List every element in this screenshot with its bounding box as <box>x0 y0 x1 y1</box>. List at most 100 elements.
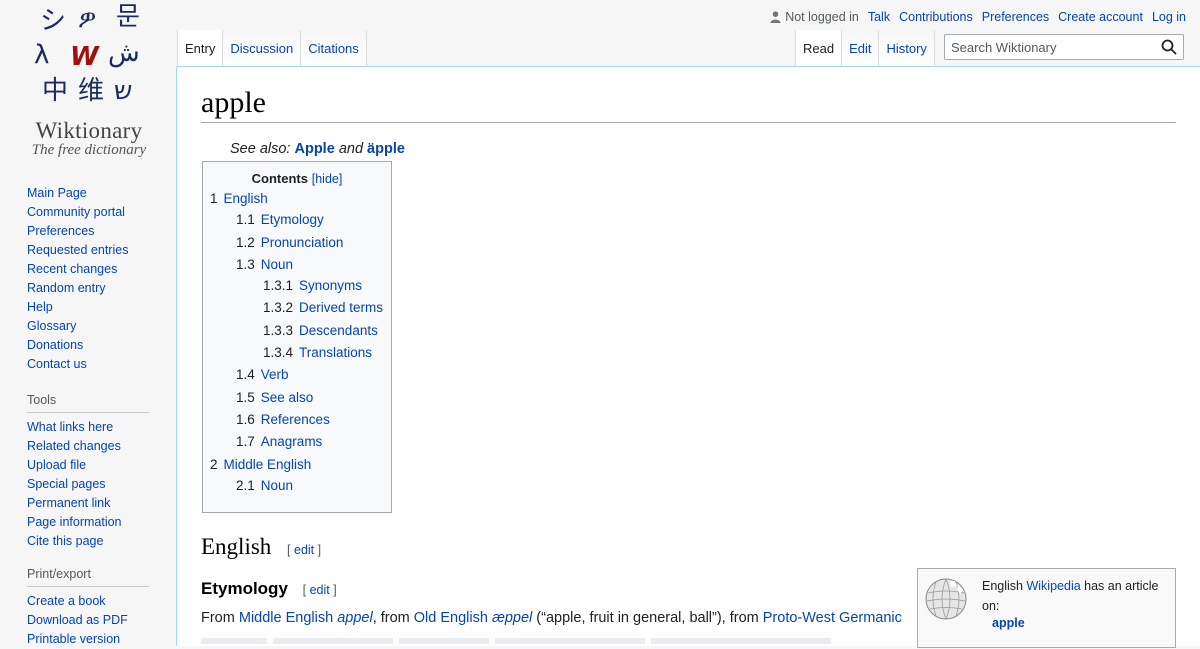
sidebar-link[interactable]: Upload file <box>27 458 86 472</box>
sidebar-item-help[interactable]: Help <box>27 298 149 317</box>
toc-item-link[interactable]: Etymology <box>261 212 324 227</box>
toc-item[interactable]: 1.7 Anagrams <box>236 434 322 449</box>
sidebar-item-special-pages[interactable]: Special pages <box>27 475 149 494</box>
sidebar-link[interactable]: Contact us <box>27 357 87 371</box>
toc-item-link[interactable]: See also <box>261 390 314 405</box>
toc-item-link[interactable]: Derived terms <box>299 300 383 315</box>
see-also-link-apple[interactable]: Apple <box>295 141 335 157</box>
toc-item-link[interactable]: Synonyms <box>299 278 362 293</box>
sidebar-item-donations[interactable]: Donations <box>27 336 149 355</box>
sidebar-link[interactable]: What links here <box>27 420 113 434</box>
search-box <box>944 34 1184 60</box>
tab-history[interactable]: History <box>879 30 935 66</box>
toc-item[interactable]: 2 Middle English <box>210 457 311 472</box>
create-account-link[interactable]: Create account <box>1058 10 1143 24</box>
wiktionary-logo[interactable]: シ ዎ 문 λ W ش 中 维 ש Wiktionary The free di… <box>0 0 176 170</box>
edit-link[interactable]: edit <box>310 583 330 597</box>
tab-edit[interactable]: Edit <box>842 30 880 66</box>
sidebar-link[interactable]: Printable version <box>27 632 120 646</box>
toc-item[interactable]: 1.3 Noun <box>236 257 293 272</box>
toc-item-link[interactable]: Pronunciation <box>261 235 344 250</box>
sidebar-link[interactable]: Download as PDF <box>27 613 128 627</box>
toc-item-number: 1.3 <box>236 257 255 272</box>
toc-item[interactable]: 2.1 Noun <box>236 478 293 493</box>
log-in-link[interactable]: Log in <box>1152 10 1186 24</box>
toc-item-link[interactable]: Translations <box>299 345 372 360</box>
sidebar-item-contact-us[interactable]: Contact us <box>27 355 149 374</box>
sidebar-item-cite-this-page[interactable]: Cite this page <box>27 532 149 551</box>
logo-glyph: ש <box>114 76 133 106</box>
toc-item[interactable]: 1.3.3 Descendants <box>263 323 378 338</box>
toc-item[interactable]: 1.3.1 Synonyms <box>263 278 362 293</box>
sidebar-link[interactable]: Special pages <box>27 477 106 491</box>
sidebar-link[interactable]: Donations <box>27 338 83 352</box>
logo-wordmark: Wiktionary <box>35 118 143 143</box>
toc-item-link[interactable]: English <box>224 191 268 206</box>
sidebar-item-requested-entries[interactable]: Requested entries <box>27 241 149 260</box>
sidebar-item-create-book[interactable]: Create a book <box>27 592 149 611</box>
sidebar-item-recent-changes[interactable]: Recent changes <box>27 260 149 279</box>
tab-entry[interactable]: Entry <box>177 30 224 66</box>
wikipedia-article-link[interactable]: apple <box>992 616 1025 630</box>
toc-item[interactable]: 1 English <box>210 191 268 206</box>
sidebar-item-what-links-here[interactable]: What links here <box>27 418 149 437</box>
sidebar-item-main-page[interactable]: Main Page <box>27 184 149 203</box>
tab-read[interactable]: Read <box>795 30 843 66</box>
search-icon[interactable] <box>1161 39 1177 55</box>
etym-term-appel[interactable]: appel <box>337 610 372 626</box>
sidebar-item-random-entry[interactable]: Random entry <box>27 279 149 298</box>
sidebar-link[interactable]: Main Page <box>27 186 87 200</box>
search-input[interactable] <box>945 35 1145 59</box>
contributions-link[interactable]: Contributions <box>899 10 973 24</box>
tab-discussion[interactable]: Discussion <box>223 30 302 66</box>
toc-item-link[interactable]: Middle English <box>224 457 312 472</box>
toc-item-link[interactable]: Verb <box>261 367 289 382</box>
sidebar-item-permanent-link[interactable]: Permanent link <box>27 494 149 513</box>
sidebar-link[interactable]: Cite this page <box>27 534 103 548</box>
toc-item-number: 1.3.2 <box>263 300 294 315</box>
sidebar-item-printable-version[interactable]: Printable version <box>27 630 149 649</box>
sidebar-item-download-pdf[interactable]: Download as PDF <box>27 611 149 630</box>
sidebar-link[interactable]: Requested entries <box>27 243 128 257</box>
sidebar-item-preferences[interactable]: Preferences <box>27 222 149 241</box>
sidebar-link[interactable]: Related changes <box>27 439 121 453</box>
toc-item[interactable]: 1.4 Verb <box>236 367 289 382</box>
sidebar-link[interactable]: Permanent link <box>27 496 110 510</box>
sidebar-link[interactable]: Preferences <box>27 224 94 238</box>
toc-hide-toggle[interactable]: [hide] <box>312 172 343 186</box>
toc-item[interactable]: 1.2 Pronunciation <box>236 235 343 250</box>
toc-item[interactable]: 1.3.2 Derived terms <box>263 300 383 315</box>
sidebar-link[interactable]: Community portal <box>27 205 125 219</box>
edit-link[interactable]: edit <box>294 543 314 557</box>
etym-link-old-english[interactable]: Old English <box>414 610 488 626</box>
toc-item[interactable]: 1.5 See also <box>236 390 313 405</box>
sidebar-link[interactable]: Random entry <box>27 281 106 295</box>
toc-item[interactable]: 1.1 Etymology <box>236 212 324 227</box>
toc-item[interactable]: 1.3.4 Translations <box>263 345 372 360</box>
tab-citations[interactable]: Citations <box>301 30 367 66</box>
etym-term-aeppel[interactable]: æppel <box>492 610 532 626</box>
sidebar-item-community-portal[interactable]: Community portal <box>27 203 149 222</box>
sidebar-item-upload-file[interactable]: Upload file <box>27 456 149 475</box>
toc-item[interactable]: 1.6 References <box>236 412 330 427</box>
sidebar-link[interactable]: Help <box>27 300 53 314</box>
etym-link-proto-west-germanic[interactable]: Proto-West Germanic <box>763 610 902 626</box>
toc-item-link[interactable]: Noun <box>261 257 293 272</box>
sidebar-link[interactable]: Glossary <box>27 319 76 333</box>
sidebar-link[interactable]: Create a book <box>27 594 106 608</box>
preferences-link[interactable]: Preferences <box>982 10 1049 24</box>
sidebar-link[interactable]: Page information <box>27 515 122 529</box>
toc-item-link[interactable]: Anagrams <box>261 434 323 449</box>
sidebar-item-page-information[interactable]: Page information <box>27 513 149 532</box>
etym-link-middle-english[interactable]: Middle English <box>239 610 333 626</box>
toc-item-link[interactable]: References <box>261 412 330 427</box>
sidebar-item-glossary[interactable]: Glossary <box>27 317 149 336</box>
sidebar-item-related-changes[interactable]: Related changes <box>27 437 149 456</box>
talk-link[interactable]: Talk <box>868 10 890 24</box>
section-heading-english: English [ edit ] <box>201 534 321 560</box>
toc-item-link[interactable]: Descendants <box>299 323 378 338</box>
see-also-link-aepple[interactable]: äpple <box>367 141 405 157</box>
wikipedia-link[interactable]: Wikipedia <box>1026 579 1080 593</box>
toc-item-link[interactable]: Noun <box>261 478 293 493</box>
sidebar-link[interactable]: Recent changes <box>27 262 117 276</box>
